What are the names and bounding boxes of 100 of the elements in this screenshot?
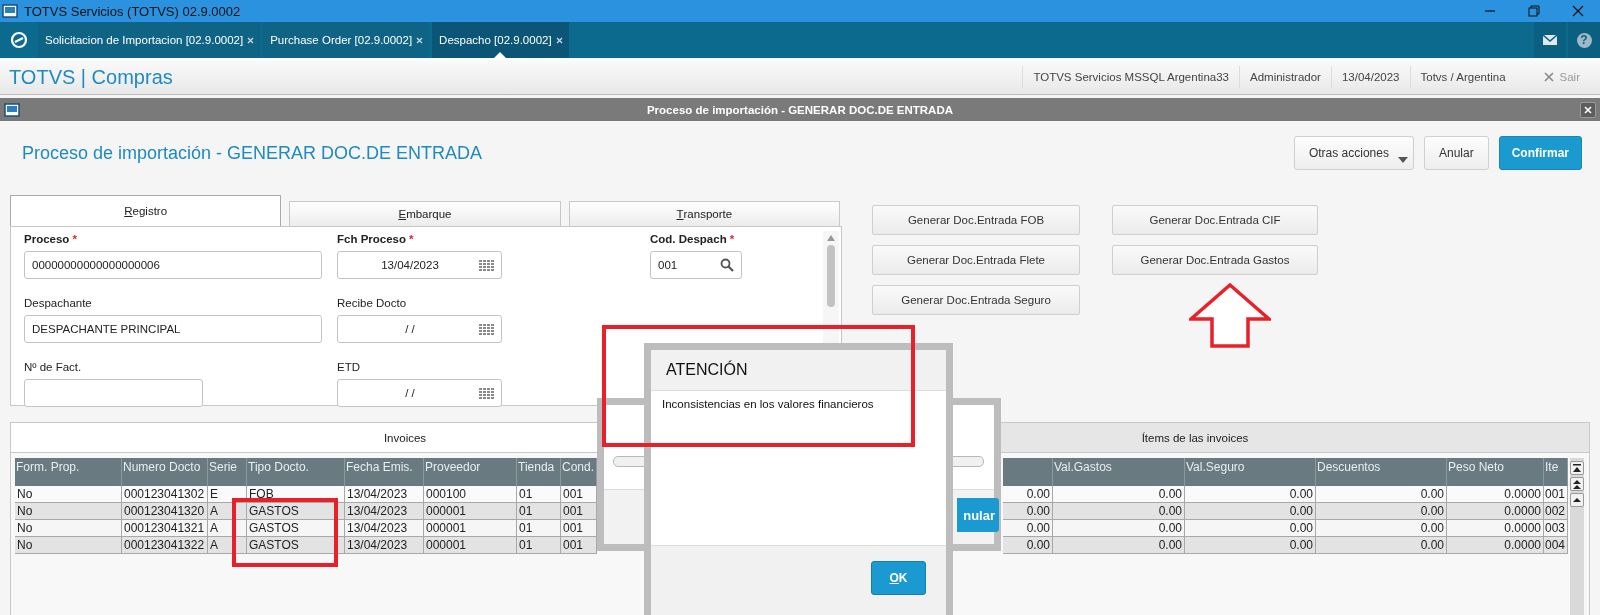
dialog-title: Proceso de importación - GENERAR DOC.DE ENTRADA: [645, 103, 955, 116]
table-cell: 000100: [424, 486, 517, 503]
mail-icon[interactable]: [1543, 35, 1557, 45]
app-tab[interactable]: Solicitacion de Importacion [02.9.0002]: [38, 22, 261, 58]
table-cell: GASTOS: [247, 537, 345, 554]
table-cell: 0.0000: [1447, 503, 1544, 520]
table-cell: 000001: [424, 537, 517, 554]
form-tab[interactable]: Registro: [10, 195, 282, 226]
form-tab[interactable]: Transporte: [568, 201, 840, 226]
table-cell: 01: [517, 520, 561, 537]
table-cell: No: [15, 520, 122, 537]
generate-button[interactable]: Generar Doc.Entrada Seguro: [872, 285, 1080, 315]
cancel-button[interactable]: Anular: [1423, 136, 1489, 170]
page-up-icon[interactable]: [1570, 477, 1584, 491]
table-cell: 003: [1544, 520, 1568, 537]
logo-icon: [10, 31, 28, 49]
generate-button[interactable]: Generar Doc.Entrada Gastos: [1112, 245, 1318, 275]
calendar-icon: [479, 259, 494, 271]
table-cell: 0.00: [1316, 503, 1447, 520]
table-cell: 000123041302: [122, 486, 208, 503]
form-tab[interactable]: Embarque: [289, 201, 561, 226]
table-cell: 000123041320: [122, 503, 208, 520]
table-cell: 001: [561, 520, 597, 537]
table-cell: 01: [517, 537, 561, 554]
input-field[interactable]: DESPACHANTE PRINCIPAL: [24, 315, 322, 343]
search-icon: [720, 258, 734, 272]
date-field[interactable]: / /: [337, 379, 502, 407]
date-field[interactable]: 13/04/2023: [337, 251, 502, 279]
table-cell: 0.00: [1003, 537, 1053, 554]
input-field[interactable]: [24, 379, 203, 407]
header-info: TOTVS Servicios MSSQL Argentina33: [1022, 66, 1239, 88]
table-cell: 0.0000: [1447, 537, 1544, 554]
scroll-up-icon[interactable]: [1570, 493, 1584, 507]
generate-button[interactable]: Generar Doc.Entrada FOB: [872, 205, 1080, 235]
table-cell: No: [15, 537, 122, 554]
table-cell: 0.00: [1053, 537, 1185, 554]
table-cell: GASTOS: [247, 520, 345, 537]
column-header: Val.Gastos: [1053, 458, 1185, 486]
calendar-icon: [479, 323, 494, 335]
table-cell: GASTOS: [247, 503, 345, 520]
column-header: Descuentos: [1316, 458, 1447, 486]
column-header: Tipo Docto.: [247, 458, 345, 486]
field-label: Despachante: [24, 297, 93, 311]
header-info: 13/04/2023: [1330, 66, 1410, 88]
table-cell: 001: [1544, 486, 1568, 503]
table-cell: 0.0000: [1447, 486, 1544, 503]
table-cell: 000123041321: [122, 520, 208, 537]
table-cell: 000123041322: [122, 537, 208, 554]
table-cell: 0.00: [1003, 486, 1053, 503]
table-cell: 0.00: [1185, 537, 1316, 554]
table-cell: 0.00: [1053, 503, 1185, 520]
generate-button[interactable]: Generar Doc.Entrada CIF: [1112, 205, 1318, 235]
input-field[interactable]: 00000000000000000006: [24, 251, 322, 279]
field-label: Recibe Docto: [337, 297, 408, 311]
table-cell: 0.00: [1185, 520, 1316, 537]
alert-message: Inconsistencias en los valores financieros: [661, 397, 874, 410]
app-tab[interactable]: Despacho [02.9.0002]: [432, 22, 569, 58]
column-header: Numero Docto: [122, 458, 208, 486]
table-cell: No: [15, 486, 122, 503]
date-field[interactable]: / /: [337, 315, 502, 343]
caret-icon: [1397, 157, 1408, 163]
table-cell: 13/04/2023: [345, 520, 424, 537]
table-cell: 001: [561, 537, 597, 554]
calendar-icon: [479, 387, 494, 399]
close-icon[interactable]: [1572, 5, 1584, 17]
column-header: [1003, 458, 1053, 486]
table-cell: 01: [517, 486, 561, 503]
table-cell: 01: [517, 503, 561, 520]
table-cell: 0.00: [1316, 486, 1447, 503]
alert-title: ATENCIÓN: [651, 350, 946, 391]
table-cell: 0.00: [1053, 486, 1185, 503]
app-icon: [2, 4, 18, 18]
app-icon: [4, 102, 20, 117]
field-label: Proceso *: [24, 233, 78, 247]
lookup-field[interactable]: 001: [650, 251, 742, 279]
close-button[interactable]: [1580, 101, 1596, 118]
menu-button[interactable]: Otras acciones: [1293, 136, 1414, 170]
header-info: Administrador: [1239, 66, 1331, 88]
app-brand: TOTVS | Compras: [9, 65, 173, 89]
column-header: Ite: [1544, 458, 1568, 486]
table-cell: 001: [561, 486, 597, 503]
table-cell: 0.00: [1185, 503, 1316, 520]
column-header: Tienda: [517, 458, 561, 486]
column-header: Peso Neto: [1447, 458, 1544, 486]
table-cell: No: [15, 503, 122, 520]
app-tab[interactable]: Purchase Order [02.9.0002]: [263, 22, 430, 58]
column-header: Fecha Emis.: [345, 458, 424, 486]
field-label: ETD: [337, 361, 361, 375]
close-icon: [1584, 105, 1592, 114]
table-cell: 13/04/2023: [345, 503, 424, 520]
help-icon[interactable]: ?: [1576, 32, 1592, 48]
close-icon: [1543, 72, 1554, 82]
table-cell: 004: [1544, 537, 1568, 554]
column-header: Proveedor: [424, 458, 517, 486]
header-info: Totvs / Argentina: [1409, 66, 1516, 88]
table-cell: 000001: [424, 503, 517, 520]
scroll-top-icon[interactable]: [1570, 461, 1584, 475]
generate-button[interactable]: Generar Doc.Entrada Flete: [872, 245, 1080, 275]
window-title: TOTVS Servicios (TOTVS) 02.9.0002: [24, 3, 241, 19]
restore-icon[interactable]: [1528, 5, 1540, 17]
